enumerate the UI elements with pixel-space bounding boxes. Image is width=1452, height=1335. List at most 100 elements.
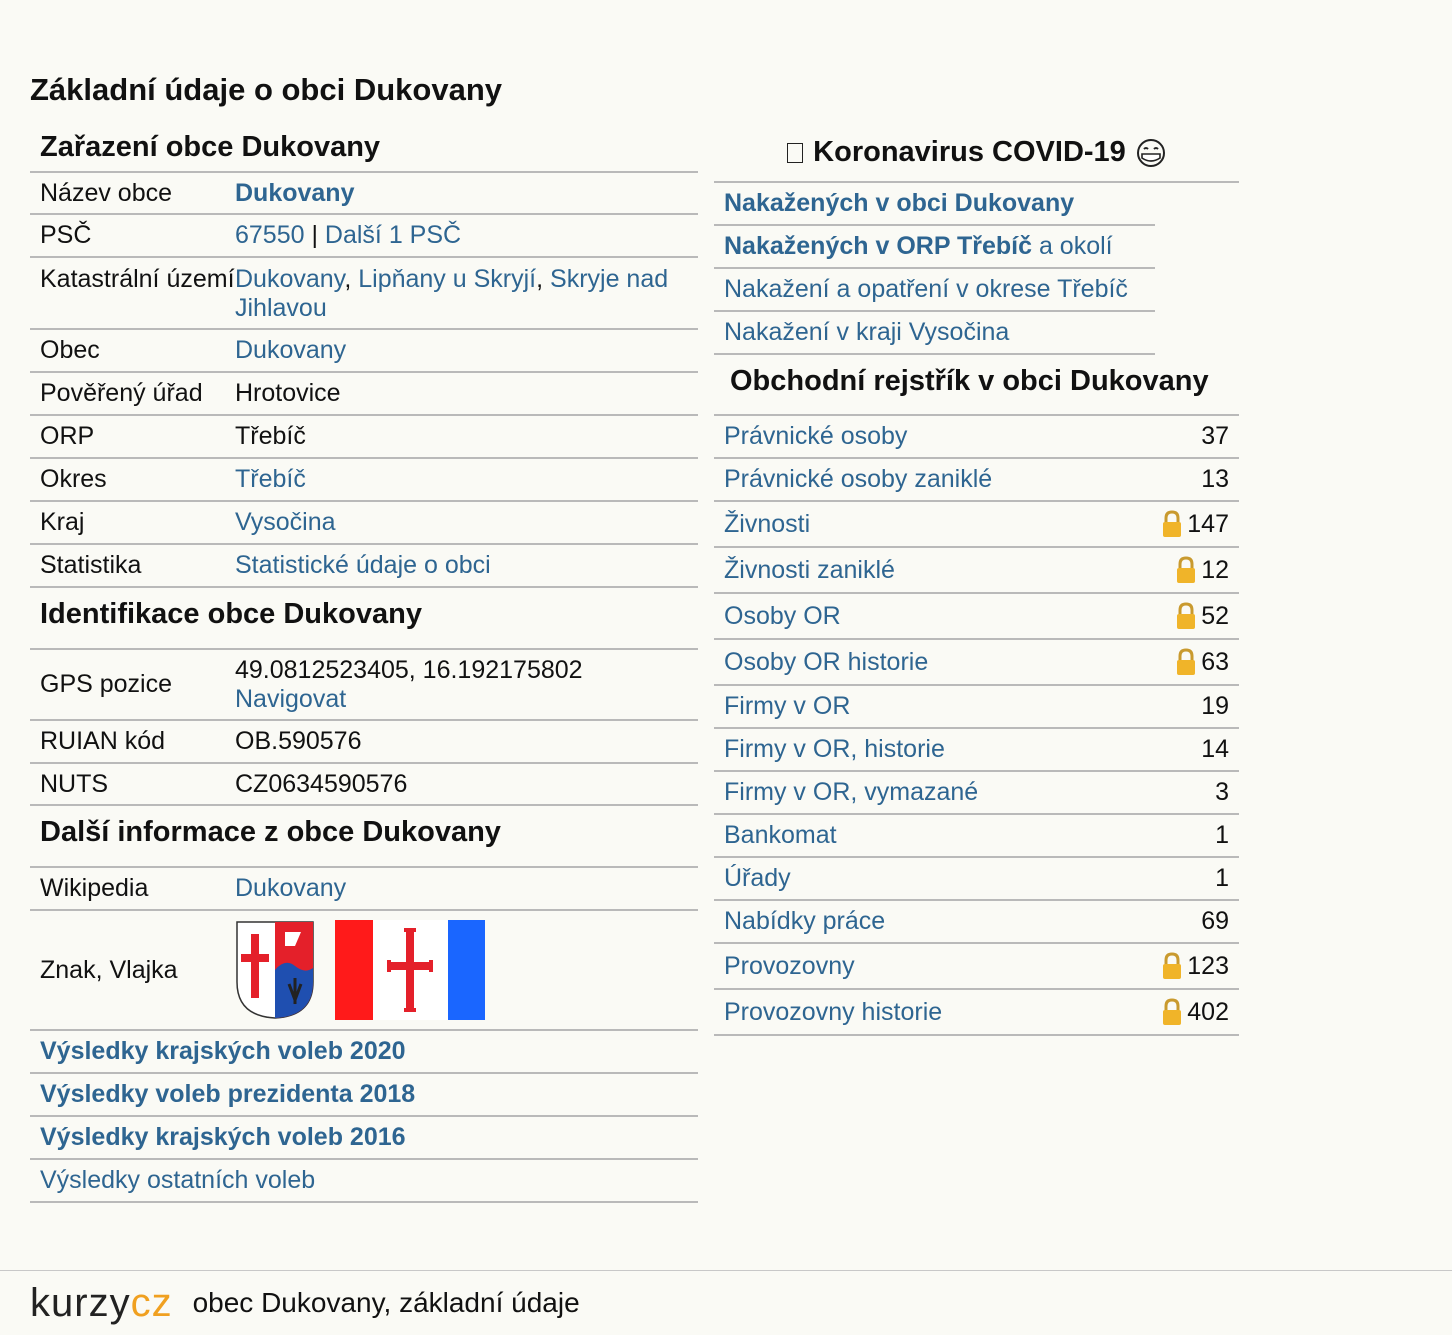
info-row-znak-vlajka: Znak, Vlajka [30, 911, 698, 1031]
wikipedia-link[interactable]: Dukovany [235, 874, 346, 902]
coat-of-arms-image[interactable] [235, 920, 315, 1020]
rejstrik-row: Právnické osoby 37 [714, 416, 1239, 459]
rejstrik-link[interactable]: Úřady [724, 864, 791, 893]
covid-okres-link[interactable]: Nakažení a opatření v okrese Třebíč [724, 275, 1128, 304]
rejstrik-link[interactable]: Živnosti [724, 510, 810, 539]
rejstrik-link[interactable]: Živnosti zaniklé [724, 556, 895, 585]
kraj-link[interactable]: Vysočina [235, 508, 336, 536]
rejstrik-link[interactable]: Bankomat [724, 821, 837, 850]
rejstrik-row: Živnosti zaniklé 12 [714, 548, 1239, 594]
covid-orp-link[interactable]: Nakažených v ORP Třebíč a okolí [724, 232, 1113, 261]
katastr-link-dukovany[interactable]: Dukovany [235, 265, 344, 293]
row-label: PSČ [40, 221, 92, 249]
info-row-wikipedia: Wikipedia Dukovany [30, 868, 698, 911]
lock-icon[interactable] [1161, 952, 1183, 980]
obec-link[interactable]: Dukovany [235, 336, 346, 364]
rejstrik-link[interactable]: Firmy v OR, historie [724, 735, 945, 764]
info-row-obec: Obec Dukovany [30, 330, 698, 373]
rejstrik-link[interactable]: Osoby OR [724, 602, 841, 631]
rejstrik-count: 37 [1201, 422, 1229, 450]
rejstrik-row: Nabídky práce 69 [714, 901, 1239, 944]
navigovat-link[interactable]: Navigovat [235, 685, 346, 713]
rejstrik-count: 1 [1215, 864, 1229, 892]
page-title: Základní údaje o obci Dukovany [30, 72, 502, 107]
volby-2016-link[interactable]: Výsledky krajských voleb 2016 [40, 1123, 406, 1152]
psc-separator: | [304, 221, 325, 249]
lock-icon[interactable] [1175, 602, 1197, 630]
volby-2018-link[interactable]: Výsledky voleb prezidenta 2018 [40, 1080, 415, 1109]
kurzy-logo[interactable]: kurzycz [30, 1281, 173, 1326]
identifikace-section-header: Identifikace obce Dukovany [30, 588, 698, 650]
face-mask-icon [1136, 138, 1165, 167]
rejstrik-count: 1 [1215, 821, 1229, 849]
rejstrik-count: 13 [1201, 465, 1229, 493]
statistika-link[interactable]: Statistické údaje o obci [235, 551, 491, 579]
covid-kraj-link[interactable]: Nakažení v kraji Vysočina [724, 318, 1009, 347]
flag-image[interactable] [335, 920, 485, 1020]
covid-section-header: Koronavirus COVID-19 [714, 124, 1239, 183]
rejstrik-count: 19 [1201, 692, 1229, 720]
info-row-nuts: NUTS CZ0634590576 [30, 764, 698, 806]
covid-orp-suffix: a okolí [1032, 232, 1113, 260]
rejstrik-link[interactable]: Nabídky práce [724, 907, 885, 936]
rejstrik-count: 52 [1201, 601, 1229, 630]
rejstrik-row: Firmy v OR, vymazané 3 [714, 772, 1239, 815]
lock-icon[interactable] [1175, 648, 1197, 676]
rejstrik-row: Právnické osoby zaniklé 13 [714, 459, 1239, 502]
rejstrik-row: Osoby OR 52 [714, 594, 1239, 640]
rejstrik-link[interactable]: Firmy v OR, vymazané [724, 778, 978, 807]
row-label: Název obce [40, 178, 173, 207]
zarazeni-section-header: Zařazení obce Dukovany [30, 124, 698, 173]
volby-2018-row: Výsledky voleb prezidenta 2018 [30, 1074, 698, 1117]
left-column: Zařazení obce Dukovany Název obce Dukova… [30, 124, 698, 1203]
rejstrik-link[interactable]: Osoby OR historie [724, 648, 928, 677]
rejstrik-link[interactable]: Právnické osoby [724, 422, 907, 451]
zarazeni-heading: Zařazení obce Dukovany [40, 131, 381, 163]
logo-text-cz: cz [130, 1280, 173, 1325]
volby-2016-row: Výsledky krajských voleb 2016 [30, 1117, 698, 1160]
lock-icon[interactable] [1175, 556, 1197, 584]
okres-link[interactable]: Třebíč [235, 465, 306, 493]
info-row-orp: ORP Třebíč [30, 416, 698, 459]
more-psc-link[interactable]: Další 1 PSČ [325, 221, 461, 249]
obec-name-link[interactable]: Dukovany [235, 179, 354, 207]
info-row-gps: GPS pozice 49.0812523405, 16.192175802 N… [30, 650, 698, 721]
row-label: Katastrální území [40, 265, 235, 293]
row-label: Znak, Vlajka [40, 955, 178, 984]
rejstrik-list: Právnické osoby 37 Právnické osoby zanik… [714, 416, 1239, 1036]
info-row-katastr: Katastrální území Dukovany, Lipňany u Sk… [30, 258, 698, 330]
katastr-link-lipnany[interactable]: Lipňany u Skryjí [358, 265, 536, 293]
covid-link-row: Nakažených v obci Dukovany [714, 183, 1155, 226]
rejstrik-link[interactable]: Firmy v OR [724, 692, 850, 721]
volby-2020-row: Výsledky krajských voleb 2020 [30, 1031, 698, 1074]
info-row-statistika: Statistika Statistické údaje o obci [30, 545, 698, 588]
lock-icon[interactable] [1161, 998, 1183, 1026]
rejstrik-count: 69 [1201, 907, 1229, 935]
volby-2020-link[interactable]: Výsledky krajských voleb 2020 [40, 1037, 406, 1066]
covid-link-row: Nakažených v ORP Třebíč a okolí [714, 226, 1155, 269]
rejstrik-count: 402 [1187, 997, 1229, 1026]
rejstrik-link[interactable]: Provozovny historie [724, 998, 942, 1027]
row-label: Pověřený úřad [40, 379, 203, 407]
row-label: NUTS [40, 769, 109, 798]
volby-ostatni-row: Výsledky ostatních voleb [30, 1160, 698, 1203]
psc-link[interactable]: 67550 [235, 221, 305, 249]
covid-obec-link[interactable]: Nakažených v obci Dukovany [724, 189, 1074, 218]
rejstrik-count: 63 [1201, 647, 1229, 676]
rejstrik-row: Provozovny historie 402 [714, 990, 1239, 1036]
covid-link-row: Nakažení a opatření v okrese Třebíč [714, 269, 1155, 312]
rejstrik-count: 123 [1187, 951, 1229, 980]
row-label: Obec [40, 336, 100, 364]
volby-ostatni-link[interactable]: Výsledky ostatních voleb [40, 1166, 315, 1195]
rejstrik-row: Osoby OR historie 63 [714, 640, 1239, 686]
logo-text-kurzy: kurzy [30, 1280, 131, 1325]
rejstrik-row: Firmy v OR, historie 14 [714, 729, 1239, 772]
dalsi-section-header: Další informace z obce Dukovany [30, 806, 698, 868]
rejstrik-link[interactable]: Právnické osoby zaniklé [724, 465, 992, 494]
orp-value: Třebíč [235, 422, 306, 450]
rejstrik-link[interactable]: Provozovny [724, 952, 855, 981]
row-label: Statistika [40, 551, 142, 579]
ruian-value: OB.590576 [235, 727, 362, 755]
missing-glyph-icon [787, 142, 804, 163]
lock-icon[interactable] [1161, 510, 1183, 538]
